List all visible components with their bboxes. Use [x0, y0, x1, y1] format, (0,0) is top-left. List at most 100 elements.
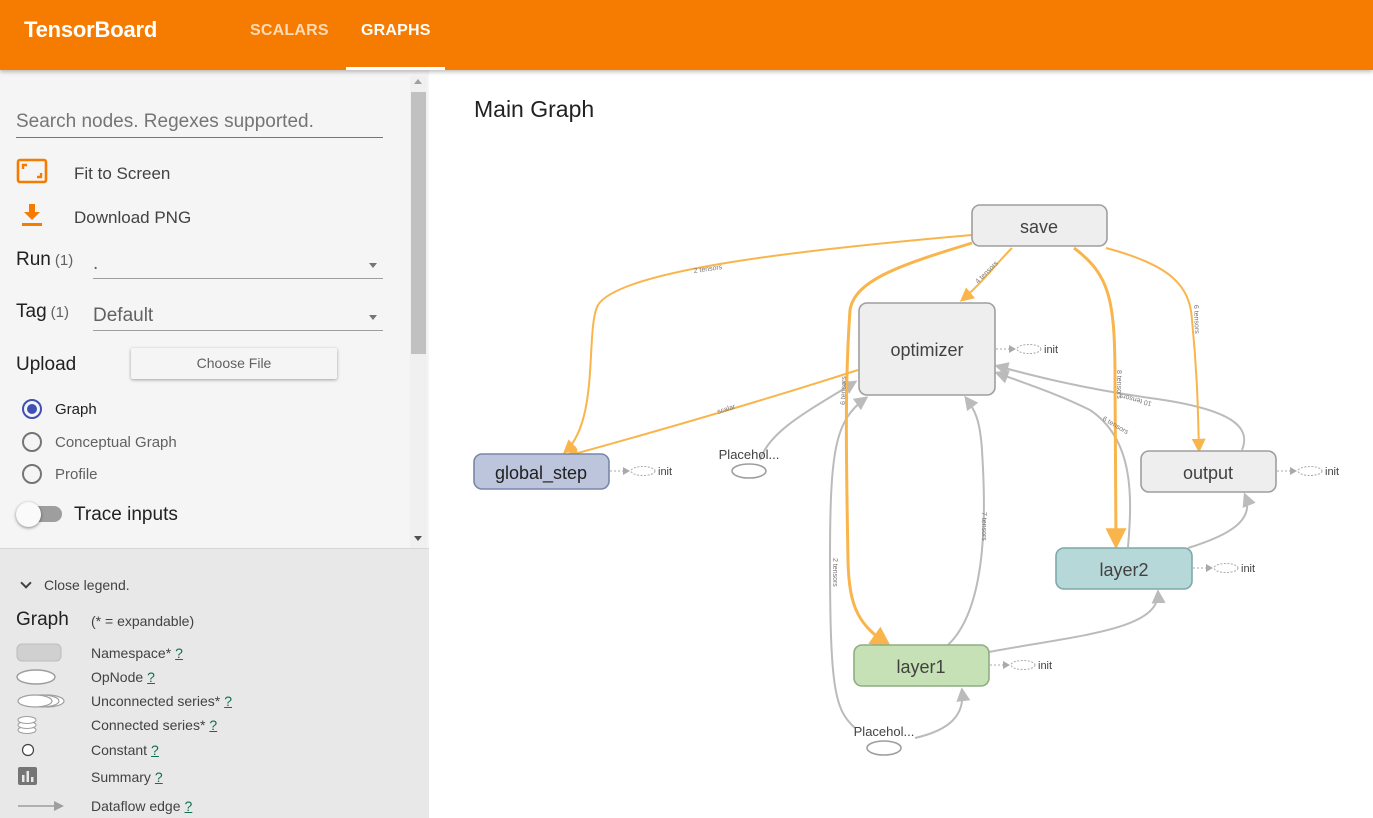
constant-help-link[interactable]: ?	[151, 742, 159, 758]
tag-count: (1)	[50, 304, 69, 321]
svg-text:init: init	[658, 466, 672, 478]
chevron-down-icon	[369, 263, 377, 268]
svg-text:global_step: global_step	[495, 463, 587, 484]
run-label: Run (1)	[16, 249, 74, 270]
download-png-button[interactable]: Download PNG	[16, 202, 191, 233]
opnode-help-link[interactable]: ?	[147, 669, 155, 685]
graph-canvas[interactable]: 2 tensors 4 tensors 6 tensors 8 tensors …	[429, 70, 1373, 818]
legend-item: Constant?	[0, 740, 429, 760]
radio-profile[interactable]: Profile	[22, 464, 98, 484]
active-tab-indicator	[346, 67, 445, 70]
top-app-bar: TensorBoard SCALARS GRAPHS	[0, 0, 1373, 70]
edge-label: 6 tensors	[840, 376, 848, 406]
opnode-icon	[16, 669, 56, 685]
search-nodes-input[interactable]	[16, 106, 383, 138]
app-title: TensorBoard	[24, 17, 158, 42]
run-count: (1)	[54, 252, 74, 269]
legend-item: Unconnected series*?	[0, 691, 429, 711]
tag-label: Tag (1)	[16, 301, 69, 322]
fit-to-screen-button[interactable]: Fit to Screen	[16, 158, 170, 189]
download-icon	[16, 202, 48, 233]
init-node[interactable]: init	[1193, 563, 1255, 575]
legend-item: Dataflow edge?	[0, 796, 429, 816]
sidebar: Fit to Screen Download PNG Run(1) . Tag(…	[0, 70, 429, 548]
run-select[interactable]: .	[93, 249, 383, 279]
scroll-down-icon[interactable]	[414, 536, 422, 541]
sidebar-scrollbar-thumb[interactable]	[411, 92, 426, 354]
radio-graph[interactable]: Graph	[22, 399, 97, 419]
constant-icon	[21, 743, 35, 757]
tag-select-value: Default	[93, 305, 154, 326]
unconnected-series-icon	[17, 694, 65, 708]
edge-layer2-output	[1187, 492, 1256, 549]
edge-label: 4 tensors	[974, 260, 1000, 286]
edge-label: scalar	[716, 403, 737, 416]
svg-text:Placehol...: Placehol...	[854, 724, 915, 739]
legend-item: Summary?	[0, 767, 429, 787]
unconnected-series-help-link[interactable]: ?	[224, 693, 232, 709]
download-png-label: Download PNG	[74, 207, 192, 227]
node-output[interactable]: output	[1140, 450, 1277, 493]
node-layer2[interactable]: layer2	[1055, 547, 1193, 590]
edge-label: 2 tensors	[693, 264, 723, 275]
svg-text:init: init	[1241, 563, 1255, 575]
edge-label: 6 tensors	[1192, 305, 1200, 335]
svg-text:layer1: layer1	[896, 657, 945, 677]
dataflow-edge-help-link[interactable]: ?	[185, 798, 193, 814]
edge-layer2-optimizer	[994, 370, 1132, 548]
legend-panel: Close legend. Graph (* = expandable) Nam…	[0, 548, 429, 818]
namespace-help-link[interactable]: ?	[175, 645, 183, 661]
node-placeholder-top[interactable]: Placehol...	[719, 447, 780, 479]
tab-scalars[interactable]: SCALARS	[250, 22, 329, 40]
namespace-icon	[16, 643, 62, 662]
choose-file-button[interactable]: Choose File	[131, 348, 337, 379]
svg-text:optimizer: optimizer	[890, 340, 963, 360]
init-node[interactable]: init	[1277, 466, 1339, 478]
legend-item: Namespace*?	[0, 643, 429, 663]
legend-item: Connected series*?	[0, 715, 429, 735]
radio-unchecked-icon	[22, 432, 42, 452]
svg-text:init: init	[1325, 466, 1339, 478]
svg-text:layer2: layer2	[1099, 560, 1148, 580]
scroll-up-icon[interactable]	[414, 79, 422, 84]
tag-select[interactable]: Default	[93, 301, 383, 331]
legend-title: Graph	[16, 609, 69, 630]
legend-item: OpNode?	[0, 667, 429, 687]
summary-help-link[interactable]: ?	[155, 769, 163, 785]
edge-layer1-optimizer	[947, 395, 985, 646]
edge-label: 7 tensors	[980, 512, 987, 541]
node-optimizer[interactable]: optimizer	[858, 302, 996, 396]
upload-label: Upload	[16, 354, 77, 375]
fit-screen-icon	[16, 158, 48, 189]
dataflow-edge-icon	[18, 801, 64, 811]
node-layer1[interactable]: layer1	[853, 644, 990, 687]
edge-label: 10 tensors	[1119, 391, 1153, 406]
summary-icon	[18, 767, 37, 785]
svg-text:Placehol...: Placehol...	[719, 447, 780, 462]
svg-text:output: output	[1183, 463, 1233, 483]
connected-series-help-link[interactable]: ?	[209, 717, 217, 733]
edge-label: 2 tensors	[831, 558, 838, 587]
edge-optimizer-global-step	[564, 369, 859, 460]
svg-text:save: save	[1020, 217, 1058, 237]
init-node[interactable]: init	[996, 344, 1058, 356]
init-node[interactable]: init	[610, 466, 672, 478]
run-select-value: .	[93, 253, 99, 274]
init-node[interactable]: init	[990, 660, 1052, 672]
node-save[interactable]: save	[971, 204, 1108, 247]
radio-conceptual-graph[interactable]: Conceptual Graph	[22, 432, 177, 452]
legend-note: (* = expandable)	[91, 613, 195, 629]
close-legend-button[interactable]: Close legend.	[20, 577, 130, 593]
toggle-knob	[16, 502, 41, 527]
edge-layer1-layer2	[988, 589, 1166, 653]
connected-series-icon	[17, 716, 37, 734]
trace-inputs-label: Trace inputs	[74, 504, 178, 525]
tab-graphs[interactable]: GRAPHS	[361, 22, 431, 40]
radio-unchecked-icon	[22, 464, 42, 484]
fit-to-screen-label: Fit to Screen	[74, 163, 171, 183]
node-placeholder-bottom[interactable]: Placehol...	[854, 724, 915, 756]
chevron-down-icon	[369, 315, 377, 320]
svg-text:init: init	[1044, 344, 1058, 356]
node-global-step[interactable]: global_step	[473, 453, 610, 490]
edge-placeholder2-layer1	[914, 687, 971, 739]
